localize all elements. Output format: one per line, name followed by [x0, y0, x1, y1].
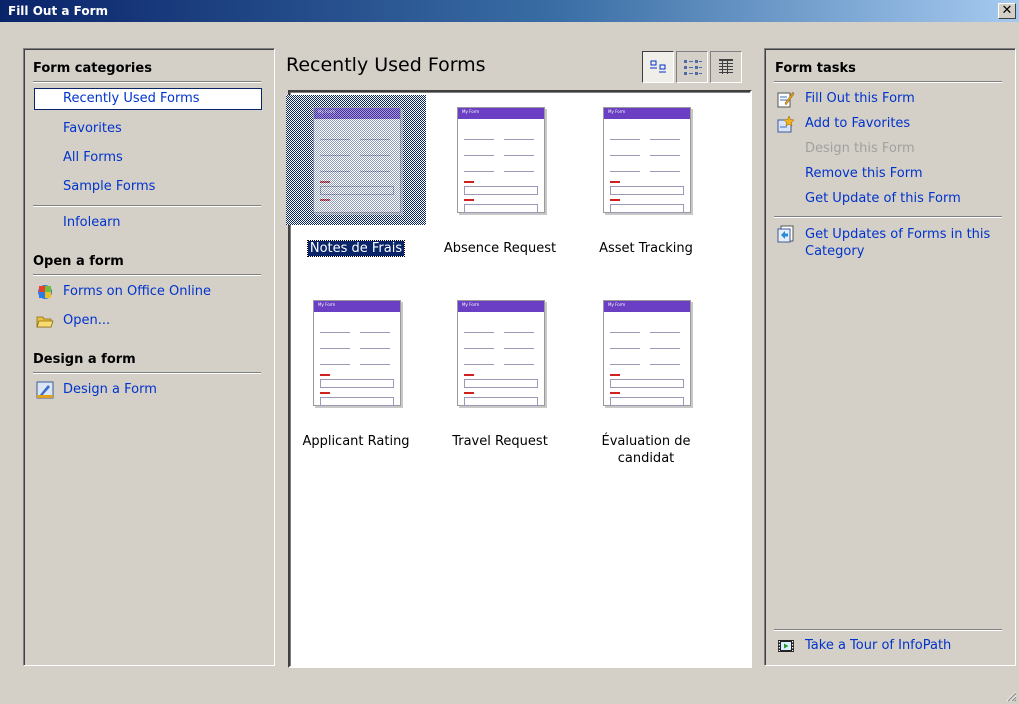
- add-to-favorites-link[interactable]: Add to Favorites: [805, 116, 910, 131]
- title-bar: Fill Out a Form ✕: [0, 0, 1019, 22]
- divider: [33, 81, 261, 83]
- page-title: Recently Used Forms: [286, 54, 486, 76]
- get-updates-category-link[interactable]: Get Updates of Forms in this Category: [805, 226, 1005, 260]
- resize-grip-icon[interactable]: [1005, 690, 1017, 702]
- form-label: Notes de Frais: [306, 240, 406, 257]
- get-update-link[interactable]: Get Update of this Form: [805, 191, 961, 206]
- design-this-form-link: Design this Form: [805, 141, 915, 156]
- form-label: Absence Request: [443, 241, 557, 256]
- take-tour-link[interactable]: Take a Tour of InfoPath: [805, 638, 951, 653]
- form-thumbnail: My Form: [603, 300, 691, 406]
- remove-this-form-link[interactable]: Remove this Form: [805, 166, 923, 181]
- form-thumbnail: My Form: [313, 300, 401, 406]
- details-view-icon: [719, 59, 733, 74]
- form-thumbnail: My Form: [313, 107, 401, 213]
- large-icons-view-icon: [650, 60, 666, 73]
- details-view-button[interactable]: [710, 51, 742, 83]
- divider: [33, 372, 261, 374]
- open-link[interactable]: Open...: [63, 313, 110, 328]
- form-thumbnail: My Form: [457, 107, 545, 213]
- close-button[interactable]: ✕: [998, 3, 1016, 19]
- add-favorites-icon: [777, 115, 795, 133]
- design-form-heading: Design a form: [33, 352, 136, 367]
- form-tasks-heading: Form tasks: [775, 61, 856, 76]
- tour-film-icon: [778, 640, 794, 652]
- category-infolearn[interactable]: Infolearn: [63, 215, 121, 230]
- right-panel: Form tasks Fill Out this Form Add to Fav…: [764, 48, 1016, 666]
- category-favorites[interactable]: Favorites: [63, 121, 122, 136]
- forms-office-online-link[interactable]: Forms on Office Online: [63, 284, 211, 299]
- left-panel: Form categories Recently Used Forms Favo…: [23, 48, 275, 666]
- tiles-view-icon: [684, 60, 702, 75]
- fill-out-form-link[interactable]: Fill Out this Form: [805, 91, 915, 106]
- get-updates-icon: [777, 225, 794, 243]
- close-icon: ✕: [1001, 3, 1013, 18]
- fill-out-icon: [777, 91, 795, 108]
- forms-list: My Form Notes de Frais My Form Absence R…: [286, 90, 752, 668]
- category-recently-used[interactable]: Recently Used Forms: [63, 91, 200, 106]
- category-sample-forms[interactable]: Sample Forms: [63, 179, 155, 194]
- form-label: Évaluation de candidat: [601, 434, 691, 466]
- large-icons-view-button[interactable]: [642, 51, 674, 83]
- form-thumbnail: My Form: [603, 107, 691, 213]
- open-form-heading: Open a form: [33, 254, 124, 269]
- divider: [774, 81, 1002, 83]
- open-folder-icon: [36, 316, 54, 328]
- form-label: Travel Request: [452, 434, 548, 449]
- category-all-forms[interactable]: All Forms: [63, 150, 123, 165]
- design-a-form-link[interactable]: Design a Form: [63, 382, 157, 397]
- divider: [774, 629, 1002, 631]
- window-title: Fill Out a Form: [8, 4, 109, 18]
- office-online-icon: [38, 285, 52, 299]
- categories-heading: Form categories: [33, 61, 152, 76]
- design-form-icon: [36, 381, 54, 399]
- form-label: Asset Tracking: [599, 241, 693, 256]
- tiles-view-button[interactable]: [676, 51, 708, 83]
- divider: [33, 274, 261, 276]
- divider: [774, 216, 1002, 218]
- form-thumbnail: My Form: [457, 300, 545, 406]
- form-label: Applicant Rating: [302, 434, 410, 449]
- divider: [33, 205, 261, 207]
